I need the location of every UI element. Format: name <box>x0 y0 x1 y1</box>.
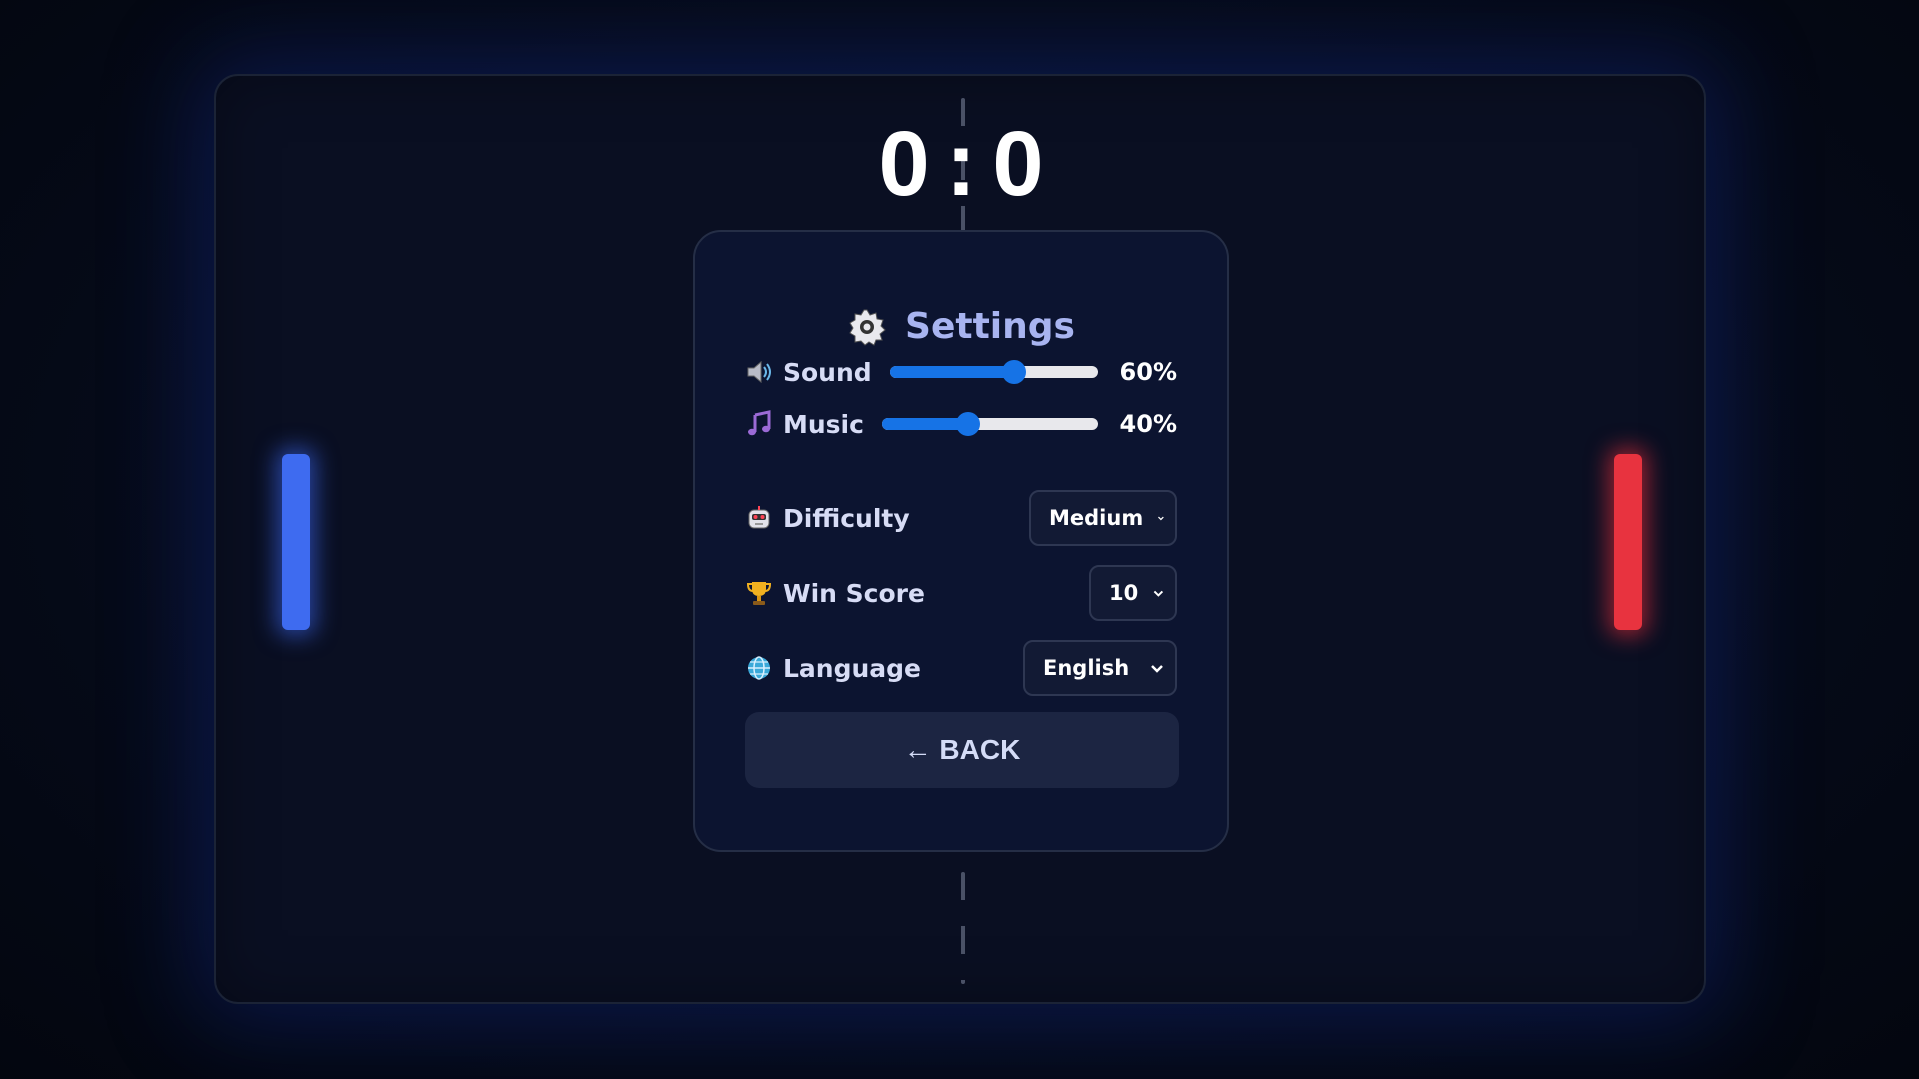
language-select[interactable]: English <box>1023 640 1177 696</box>
trophy-icon <box>746 582 772 605</box>
difficulty-select[interactable]: Medium <box>1029 490 1177 546</box>
win-score-label-group: Win Score <box>745 579 925 608</box>
win-score-selected-value: 10 <box>1109 581 1139 605</box>
globe-icon <box>748 656 770 680</box>
chevron-down-icon <box>1151 665 1163 673</box>
music-slider[interactable] <box>881 412 1098 436</box>
win-score-select[interactable]: 10 <box>1089 565 1177 621</box>
difficulty-row: Difficulty Medium <box>745 488 1177 548</box>
music-label-group: Music <box>745 410 864 439</box>
win-score-label: Win Score <box>783 578 925 608</box>
score-separator: : <box>945 113 979 215</box>
speaker-icon <box>747 360 771 384</box>
right-paddle <box>1614 454 1642 630</box>
sound-label: Sound <box>783 357 872 387</box>
difficulty-label: Difficulty <box>783 503 910 533</box>
music-row: Music 40% <box>745 402 1177 446</box>
language-row: Language English <box>745 638 1177 698</box>
sound-slider-fill <box>889 366 1015 378</box>
sound-slider-thumb[interactable] <box>1002 360 1027 384</box>
settings-header: Settings <box>695 306 1227 347</box>
language-selected-value: English <box>1043 656 1130 680</box>
win-score-row: Win Score 10 <box>745 563 1177 623</box>
difficulty-selected-value: Medium <box>1049 506 1144 530</box>
difficulty-label-group: Difficulty <box>745 504 910 533</box>
sound-label-group: Sound <box>745 358 872 387</box>
back-button[interactable]: ← BACK <box>745 712 1179 788</box>
left-score: 0 <box>878 113 932 215</box>
language-label: Language <box>783 653 922 683</box>
chevron-down-icon <box>1158 516 1164 521</box>
sound-row: Sound 60% <box>745 350 1177 394</box>
right-score: 0 <box>992 113 1046 215</box>
gear-icon <box>849 309 886 346</box>
settings-panel: Settings Sound 60% Music 40% Difficulty … <box>693 230 1229 852</box>
chevron-down-icon <box>1153 590 1164 597</box>
robot-icon <box>748 506 770 529</box>
settings-title: Settings <box>905 306 1075 347</box>
music-label: Music <box>783 409 864 439</box>
game-viewport: 0:0 Settings Sound 60% Music 40% Difficu… <box>0 0 1919 1079</box>
sound-value: 60% <box>1119 358 1177 386</box>
center-line-bottom <box>961 872 965 984</box>
music-slider-thumb[interactable] <box>956 412 981 436</box>
music-value: 40% <box>1119 410 1177 438</box>
sound-slider[interactable] <box>889 360 1098 384</box>
language-label-group: Language <box>745 654 921 683</box>
music-note-icon <box>748 410 771 436</box>
left-paddle <box>282 454 310 630</box>
scoreboard: 0:0 <box>216 104 1708 224</box>
